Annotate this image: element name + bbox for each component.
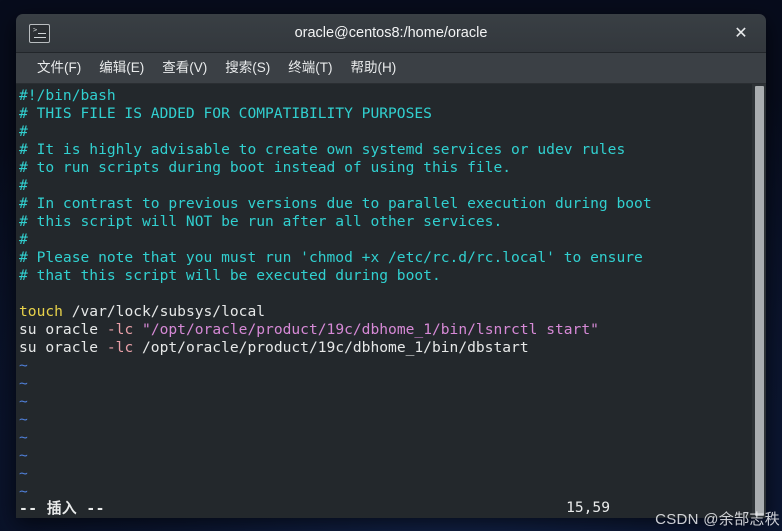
editor-token: "/opt/oracle/product/19c/dbhome_1/bin/ls…	[142, 321, 599, 338]
editor-token: ~	[19, 447, 28, 464]
editor-line: ~	[19, 447, 752, 465]
editor-token	[19, 285, 28, 302]
editor-token	[133, 321, 142, 338]
menu-search[interactable]: 搜索(S)	[216, 53, 279, 83]
editor-line: su oracle -lc /opt/oracle/product/19c/db…	[19, 339, 752, 357]
editor-token: # It is highly advisable to create own s…	[19, 141, 626, 158]
editor-line: ~	[19, 465, 752, 483]
status-mode-label: -- 插入 --	[19, 499, 105, 517]
close-icon[interactable]: ✕	[730, 22, 752, 44]
editor-line: # this script will NOT be run after all …	[19, 213, 752, 231]
editor-token: # THIS FILE IS ADDED FOR COMPATIBILITY P…	[19, 105, 432, 122]
scrollbar-thumb[interactable]	[755, 86, 764, 516]
window-title: oracle@centos8:/home/oracle	[294, 25, 488, 41]
terminal-body[interactable]: #!/bin/bash # THIS FILE IS ADDED FOR COMP…	[16, 84, 766, 518]
editor-token: ~	[19, 375, 28, 392]
scrollbar[interactable]	[752, 84, 766, 518]
menu-edit[interactable]: 编辑(E)	[90, 53, 153, 83]
editor-token: # to run scripts during boot instead of …	[19, 159, 512, 176]
editor-token: ~	[19, 357, 28, 374]
editor-token: # that this script will be executed duri…	[19, 267, 441, 284]
editor-token: /var/lock/subsys/local	[62, 303, 266, 320]
editor-text-area[interactable]: #!/bin/bash # THIS FILE IS ADDED FOR COMP…	[16, 84, 752, 518]
editor-token: ~	[19, 411, 28, 428]
vim-status-line: -- 插入 -- 15,59	[16, 496, 752, 518]
editor-token: ~	[19, 465, 28, 482]
editor-line: su oracle -lc "/opt/oracle/product/19c/d…	[19, 321, 752, 339]
terminal-icon-prompt: >	[33, 25, 37, 34]
editor-line: ~	[19, 375, 752, 393]
menu-help[interactable]: 帮助(H)	[342, 53, 406, 83]
menu-file[interactable]: 文件(F)	[28, 53, 90, 83]
terminal-icon-line-2	[34, 36, 46, 38]
editor-line: # It is highly advisable to create own s…	[19, 141, 752, 159]
status-cursor-position: 15,59	[566, 498, 610, 516]
editor-token: #	[19, 123, 28, 140]
editor-line: ~	[19, 429, 752, 447]
window-titlebar[interactable]: > oracle@centos8:/home/oracle ✕	[16, 14, 766, 53]
editor-token: su oracle	[19, 321, 107, 338]
editor-line: # Please note that you must run 'chmod +…	[19, 249, 752, 267]
editor-token: -lc	[106, 321, 134, 338]
terminal-icon: >	[29, 23, 50, 43]
editor-line: # In contrast to previous versions due t…	[19, 195, 752, 213]
editor-line: # that this script will be executed duri…	[19, 267, 752, 285]
editor-line: # THIS FILE IS ADDED FOR COMPATIBILITY P…	[19, 105, 752, 123]
editor-line: ~	[19, 393, 752, 411]
editor-line: #	[19, 123, 752, 141]
menu-view[interactable]: 查看(V)	[153, 53, 216, 83]
editor-token: ~	[19, 393, 28, 410]
editor-token: #	[19, 177, 28, 194]
editor-token: # this script will NOT be run after all …	[19, 213, 503, 230]
editor-token: # Please note that you must run 'chmod +…	[19, 249, 643, 266]
editor-line	[19, 285, 752, 303]
terminal-window: > oracle@centos8:/home/oracle ✕ 文件(F) 编辑…	[16, 14, 766, 518]
editor-line: touch /var/lock/subsys/local	[19, 303, 752, 321]
editor-line: ~	[19, 357, 752, 375]
editor-line: #	[19, 177, 752, 195]
editor-line: #!/bin/bash	[19, 87, 752, 105]
editor-token: touch	[19, 303, 63, 320]
editor-line: ~	[19, 411, 752, 429]
menu-bar: 文件(F) 编辑(E) 查看(V) 搜索(S) 终端(T) 帮助(H)	[16, 53, 766, 84]
editor-token: #!/bin/bash	[19, 87, 116, 104]
editor-token: /opt/oracle/product/19c/dbhome_1/bin/dbs…	[133, 339, 529, 356]
editor-token: ~	[19, 429, 28, 446]
terminal-icon-line-1	[38, 32, 46, 34]
menu-terminal[interactable]: 终端(T)	[279, 53, 341, 83]
editor-token: # In contrast to previous versions due t…	[19, 195, 652, 212]
editor-line: # to run scripts during boot instead of …	[19, 159, 752, 177]
editor-token: #	[19, 231, 28, 248]
editor-token: -lc	[106, 339, 134, 356]
editor-token: su oracle	[19, 339, 107, 356]
editor-line: #	[19, 231, 752, 249]
